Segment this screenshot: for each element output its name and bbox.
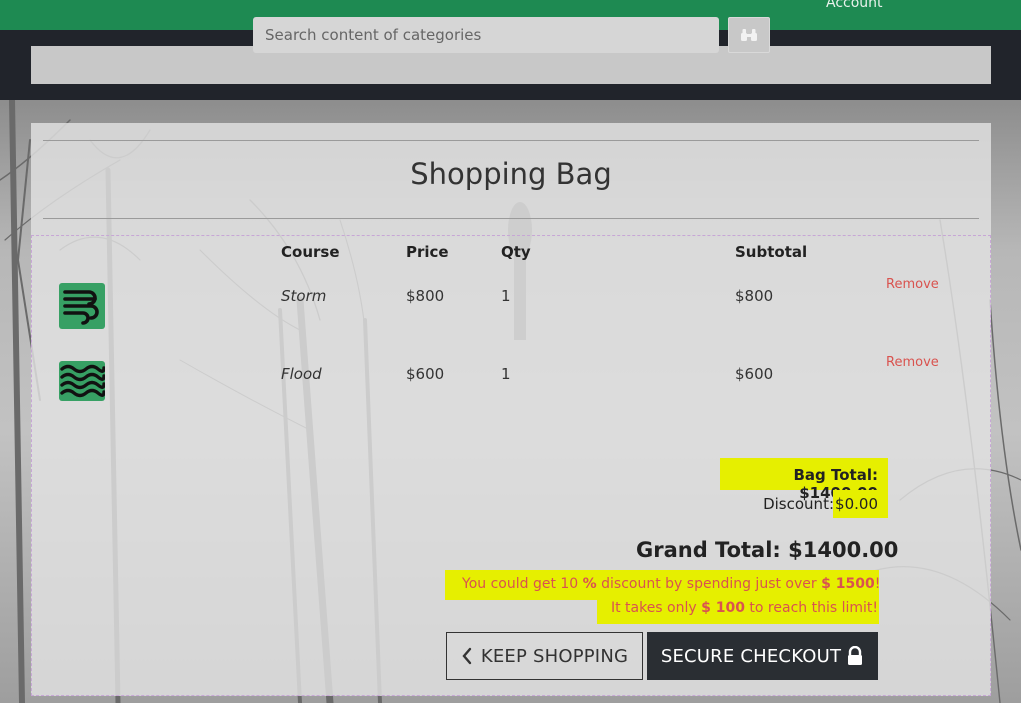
item-qty: 1 <box>501 365 511 383</box>
lock-icon <box>848 646 863 665</box>
binoculars-icon <box>741 29 757 41</box>
secure-checkout-label: SECURE CHECKOUT <box>660 645 842 667</box>
course-name[interactable]: Storm <box>281 287 326 305</box>
page-title: Shopping Bag <box>410 157 612 191</box>
chevron-left-icon <box>462 647 472 665</box>
discount-value: $0.00 <box>835 495 878 513</box>
column-header-course: Course <box>281 243 340 261</box>
title-rule-top <box>43 140 979 141</box>
column-header-price: Price <box>406 243 449 261</box>
item-subtotal: $800 <box>735 287 774 305</box>
course-name[interactable]: Flood <box>281 365 322 383</box>
discount-note-line2: It takes only $ 100 to reach this limit! <box>610 600 878 616</box>
search-input[interactable] <box>253 17 719 53</box>
waves-icon <box>59 361 105 401</box>
item-qty: 1 <box>501 287 511 305</box>
discount-label: Discount: <box>763 495 834 513</box>
account-link[interactable]: Account <box>826 0 883 11</box>
column-header-qty: Qty <box>501 243 531 261</box>
secure-checkout-button[interactable]: SECURE CHECKOUT <box>647 632 878 680</box>
title-rule-bottom <box>43 218 979 219</box>
item-subtotal: $600 <box>735 365 774 383</box>
discount-note-line1: You could get 10 % discount by spending … <box>462 576 881 592</box>
keep-shopping-label: KEEP SHOPPING <box>480 645 629 667</box>
remove-item-button[interactable]: Remove <box>886 277 939 292</box>
remove-item-button[interactable]: Remove <box>886 355 939 370</box>
search-button[interactable] <box>728 17 770 53</box>
grand-total: Grand Total: $1400.00 <box>636 538 899 562</box>
keep-shopping-button[interactable]: KEEP SHOPPING <box>446 632 643 680</box>
item-price: $600 <box>406 365 445 383</box>
wind-icon <box>59 283 105 329</box>
column-header-subtotal: Subtotal <box>735 243 808 261</box>
item-price: $800 <box>406 287 445 305</box>
